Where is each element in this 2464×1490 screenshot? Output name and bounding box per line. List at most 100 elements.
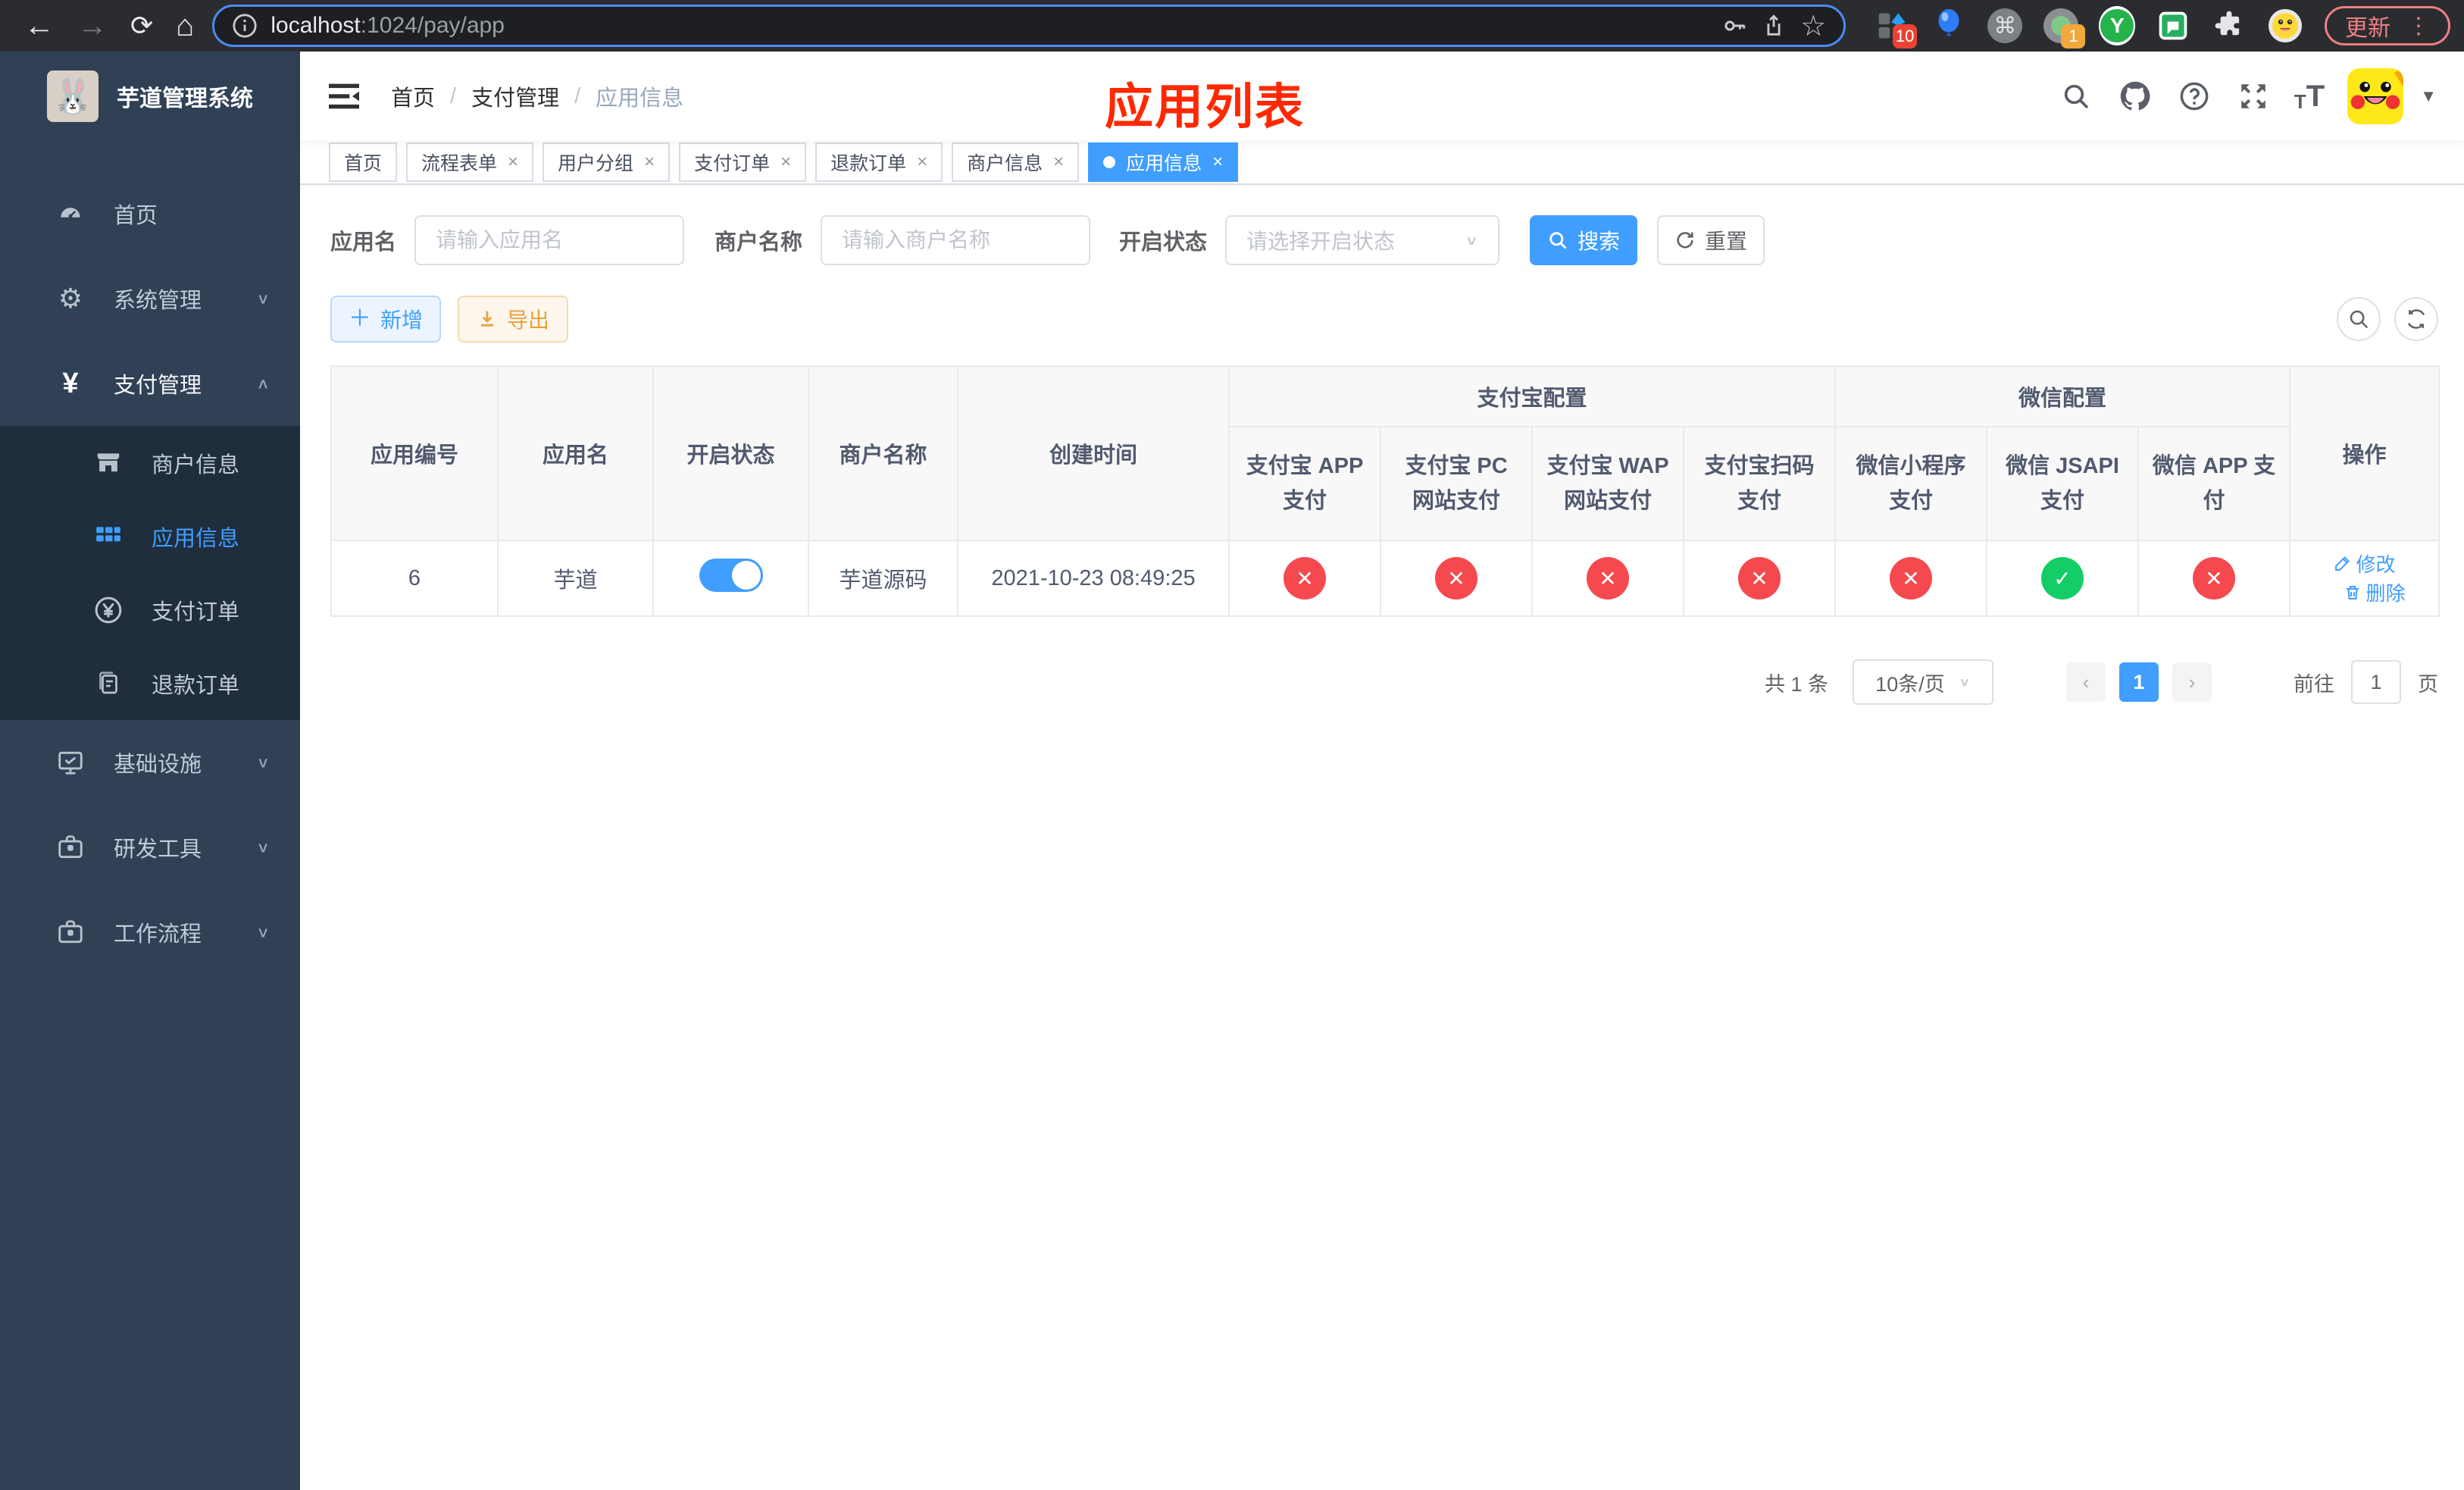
extensions-puzzle-icon[interactable]: [2211, 8, 2247, 44]
help-icon[interactable]: [2176, 78, 2212, 114]
page-suffix: 页: [2418, 672, 2438, 696]
browser-menu-icon[interactable]: ⋮: [2407, 13, 2430, 39]
status-toggle[interactable]: [699, 559, 763, 592]
trash-icon: [2346, 585, 2359, 599]
address-bar[interactable]: localhost:1024/pay/app ☆: [212, 5, 1846, 47]
merchant-name-input[interactable]: [821, 215, 1091, 265]
search-button[interactable]: 搜索: [1530, 215, 1638, 265]
edit-label: 修改: [2356, 552, 2396, 576]
prev-page-button[interactable]: ‹: [2066, 662, 2106, 702]
col-alipay-qr: 支付宝扫码支付: [1682, 426, 1837, 541]
share-icon[interactable]: [1760, 12, 1787, 39]
top-navbar: 首页 / 支付管理 / 应用信息 应用列表 TT ▼: [300, 52, 2464, 141]
next-page-button[interactable]: ›: [2172, 662, 2212, 702]
disabled-icon: ✕: [1890, 557, 1933, 599]
enabled-icon: ✓: [2041, 557, 2084, 599]
forward-icon[interactable]: →: [77, 11, 108, 41]
col-app-name: 应用名: [497, 365, 654, 541]
close-icon[interactable]: ×: [1212, 152, 1223, 173]
tab-refund-orders[interactable]: 退款订单 ×: [815, 142, 943, 182]
download-icon: [480, 311, 494, 327]
app-name-input[interactable]: [414, 215, 685, 265]
breadcrumb-payment[interactable]: 支付管理: [471, 80, 559, 112]
user-avatar[interactable]: [2347, 68, 2404, 124]
edit-link[interactable]: 修改: [2334, 549, 2396, 578]
tab-app-info[interactable]: 应用信息 ×: [1088, 142, 1239, 182]
url-text[interactable]: localhost:1024/pay/app: [270, 13, 1709, 39]
status-select-placeholder: 请选择开启状态: [1246, 230, 1396, 253]
password-key-icon[interactable]: [1721, 12, 1748, 39]
avatar-caret-icon[interactable]: ▼: [2420, 86, 2437, 106]
tab-label: 首页: [344, 153, 383, 174]
adblock-extension-icon[interactable]: 10: [1875, 8, 1918, 49]
profile-avatar-icon[interactable]: [2267, 8, 2303, 44]
export-button[interactable]: 导出: [458, 296, 568, 343]
add-button[interactable]: ＋ 新增: [330, 296, 441, 343]
sidebar-item-dev-tools[interactable]: 研发工具 ∨: [0, 805, 300, 890]
app-name-label: 应用名: [330, 230, 397, 255]
y-extension-icon[interactable]: Y: [2099, 6, 2136, 45]
sidebar-item-label: 基础设施: [114, 753, 202, 777]
command-extension-icon[interactable]: ⌘: [1987, 8, 2023, 44]
chat-extension-icon[interactable]: [2155, 8, 2191, 44]
github-icon[interactable]: [2117, 78, 2153, 114]
page-size-select[interactable]: 10条/页 ∨: [1853, 659, 1993, 705]
proxy-extension-icon[interactable]: 1: [2043, 8, 2086, 49]
close-icon[interactable]: ×: [780, 152, 791, 173]
sidebar-item-merchant-info[interactable]: 商户信息: [0, 426, 300, 499]
balloon-extension-icon[interactable]: [1931, 8, 1967, 44]
site-info-icon[interactable]: [231, 12, 258, 39]
tab-home[interactable]: 首页: [329, 142, 398, 182]
sidebar-collapse-icon[interactable]: [327, 80, 361, 113]
sidebar-item-payment[interactable]: ¥ 支付管理 ∧: [0, 341, 300, 426]
sidebar-item-app-info[interactable]: 应用信息: [0, 499, 300, 573]
goto-page-input[interactable]: [2351, 660, 2401, 704]
bookmark-star-icon[interactable]: ☆: [1800, 11, 1827, 42]
sidebar-item-infrastructure[interactable]: 基础设施 ∨: [0, 720, 300, 805]
sidebar-item-pay-orders[interactable]: 支付订单: [0, 573, 300, 646]
chevron-down-icon: ∨: [256, 290, 270, 307]
tab-merchant-info[interactable]: 商户信息 ×: [952, 142, 1080, 182]
reset-button[interactable]: 重置: [1657, 215, 1765, 265]
tab-pay-orders[interactable]: 支付订单 ×: [679, 142, 807, 182]
page-number-1[interactable]: 1: [2119, 662, 2159, 702]
payment-submenu: 商户信息 应用信息 支付订单 退款订单: [0, 426, 300, 720]
fullscreen-icon[interactable]: [2235, 78, 2272, 114]
sidebar-item-home[interactable]: 首页: [0, 171, 300, 256]
close-icon[interactable]: ×: [917, 152, 927, 173]
close-icon[interactable]: ×: [508, 152, 518, 173]
briefcase-icon: [53, 833, 88, 862]
breadcrumb-home[interactable]: 首页: [391, 80, 435, 112]
tab-label: 支付订单: [694, 153, 771, 174]
sidebar-item-system[interactable]: ⚙ 系统管理 ∨: [0, 256, 300, 341]
col-alipay-pc: 支付宝 PC 网站支付: [1380, 426, 1533, 541]
cell-merchant: 芋道源码: [808, 540, 958, 617]
tab-user-group[interactable]: 用户分组 ×: [543, 142, 671, 182]
status-select[interactable]: 请选择开启状态 ∨: [1225, 215, 1500, 265]
delete-link[interactable]: 删除: [2344, 578, 2406, 606]
close-icon[interactable]: ×: [1053, 152, 1064, 173]
back-icon[interactable]: ←: [24, 11, 55, 41]
table-row: 6 芋道 芋道源码 2021-10-23 08:49:25 ✕ ✕ ✕ ✕ ✕ …: [330, 540, 2441, 617]
monitor-icon: [53, 748, 88, 777]
close-icon[interactable]: ×: [644, 152, 655, 173]
refresh-button[interactable]: [2394, 297, 2438, 341]
col-alipay-wap: 支付宝 WAP 网站支付: [1531, 426, 1684, 541]
sidebar-logo[interactable]: 🐰 芋道管理系统: [0, 52, 300, 141]
home-icon[interactable]: ⌂: [176, 11, 194, 41]
col-merchant: 商户名称: [808, 365, 958, 541]
pencil-icon: [2334, 556, 2350, 571]
tab-process-form[interactable]: 流程表单 ×: [406, 142, 534, 182]
font-size-icon[interactable]: TT: [2294, 81, 2325, 111]
goto-label: 前往: [2294, 672, 2334, 696]
page-size-value: 10条/页: [1875, 672, 1945, 696]
chevron-down-icon: ∨: [1958, 675, 1971, 689]
reload-icon[interactable]: ⟳: [130, 12, 153, 39]
toggle-search-button[interactable]: [2337, 297, 2381, 341]
chrome-update-button[interactable]: 更新 ⋮: [2325, 6, 2450, 45]
table-toolbar: ＋ 新增 导出: [330, 296, 2438, 343]
disabled-icon: ✕: [1435, 557, 1477, 599]
sidebar-item-workflow[interactable]: 工作流程 ∨: [0, 890, 300, 975]
search-icon[interactable]: [2058, 78, 2094, 114]
sidebar-item-refund-orders[interactable]: 退款订单: [0, 646, 300, 720]
